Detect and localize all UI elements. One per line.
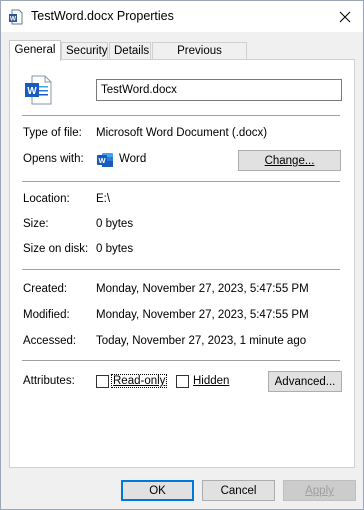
title-bar: W TestWord.docx Properties (1, 1, 363, 32)
type-of-file-value: Microsoft Word Document (.docx) (96, 127, 268, 139)
read-only-label-text: Read-only (113, 375, 166, 387)
close-icon[interactable] (331, 4, 359, 30)
hidden-label[interactable]: Hidden (193, 375, 229, 387)
apply-button-label: Apply (305, 485, 334, 497)
tab-security-label: Security (66, 45, 108, 57)
word-document-icon: W (9, 9, 23, 25)
tab-general[interactable]: General (9, 40, 61, 61)
word-document-icon: W (25, 75, 52, 105)
created-label: Created: (23, 283, 68, 295)
cancel-button-label: Cancel (220, 485, 257, 497)
svg-text:W: W (27, 86, 37, 97)
separator (22, 269, 340, 270)
general-tab-panel: W TestWord.docx Type of file: Microsoft … (9, 59, 355, 468)
separator (22, 115, 340, 116)
type-of-file-label: Type of file: (23, 127, 82, 139)
modified-label: Modified: (23, 309, 70, 321)
accessed-value: Today, November 27, 2023, 1 minute ago (96, 335, 307, 347)
ok-button-label: OK (149, 485, 166, 497)
separator (22, 181, 340, 182)
opens-with-value: Word (119, 153, 147, 165)
hidden-checkbox[interactable] (176, 375, 189, 388)
cancel-button[interactable]: Cancel (202, 480, 275, 501)
accessed-label: Accessed: (23, 335, 77, 347)
size-on-disk-label: Size on disk: (23, 243, 89, 255)
tab-general-label: General (14, 44, 56, 56)
ok-button[interactable]: OK (121, 480, 194, 501)
tab-details[interactable]: Details (109, 42, 151, 59)
modified-value: Monday, November 27, 2023, 5:47:55 PM (96, 309, 309, 321)
size-on-disk-value: 0 bytes (96, 243, 134, 255)
read-only-label[interactable]: Read-only (110, 374, 168, 388)
advanced-button-label: Advanced... (274, 376, 336, 388)
tab-previous-versions[interactable]: Previous Versions (152, 42, 247, 74)
word-app-icon: W (97, 153, 113, 167)
opens-with-label: Opens with: (23, 153, 84, 165)
svg-text:W: W (10, 16, 17, 23)
tab-security[interactable]: Security (61, 42, 108, 59)
change-button[interactable]: Change... (238, 150, 341, 171)
created-value: Monday, November 27, 2023, 5:47:55 PM (96, 283, 309, 295)
apply-button[interactable]: Apply (283, 480, 356, 501)
window-title: TestWord.docx Properties (31, 9, 174, 23)
size-label: Size: (23, 218, 49, 230)
size-value: 0 bytes (96, 218, 134, 230)
tab-strip: General Security Details Previous Versio… (9, 40, 355, 74)
location-label: Location: (23, 193, 70, 205)
change-button-label: Change... (264, 155, 315, 167)
read-only-checkbox[interactable] (96, 375, 109, 388)
svg-text:W: W (98, 156, 106, 165)
hidden-label-text: Hidden (193, 375, 230, 387)
location-value: E:\ (96, 193, 111, 205)
advanced-button[interactable]: Advanced... (268, 371, 342, 392)
attributes-label: Attributes: (23, 375, 75, 387)
tab-details-label: Details (114, 45, 150, 57)
properties-dialog: W TestWord.docx Properties General Secur… (0, 0, 364, 510)
separator (22, 360, 340, 361)
file-name-field[interactable]: TestWord.docx (96, 79, 342, 101)
